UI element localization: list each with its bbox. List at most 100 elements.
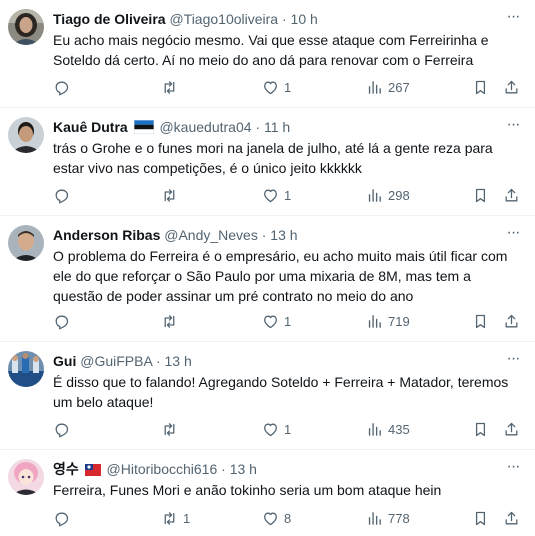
retweet-button[interactable]: [161, 419, 183, 439]
share-button[interactable]: [503, 419, 520, 439]
tweet-1[interactable]: Kauê Dutra @kauedutra04 · 11 h ··· trás …: [0, 108, 535, 216]
like-count: 1: [284, 187, 292, 203]
retweet-button[interactable]: [161, 77, 183, 97]
avatar[interactable]: [8, 117, 44, 153]
more-icon[interactable]: ···: [503, 225, 523, 244]
bookmark-button[interactable]: [472, 311, 489, 331]
retweet-count: 1: [183, 510, 191, 526]
bookmark-icon: [475, 511, 486, 525]
user-handle[interactable]: @Andy_Neves: [164, 227, 258, 243]
retweet-button[interactable]: [161, 185, 183, 205]
timestamp[interactable]: 10 h: [291, 11, 318, 27]
tweet-actions: 1 8 778: [53, 508, 525, 528]
views-icon: [368, 188, 381, 202]
reply-button[interactable]: [53, 508, 75, 528]
avatar[interactable]: [8, 9, 44, 45]
avatar[interactable]: [8, 225, 44, 261]
like-button[interactable]: 1: [262, 419, 291, 439]
user-handle[interactable]: @Tiago10oliveira: [169, 11, 278, 27]
reply-icon: [55, 423, 69, 438]
bookmark-button[interactable]: [472, 419, 489, 439]
tweet-4[interactable]: 영수 @Hitoribocchi616 · 13 h ··· Ferreira,…: [0, 450, 535, 536]
retweet-button[interactable]: [161, 311, 183, 331]
like-count: 8: [284, 510, 292, 526]
retweet-icon: [164, 314, 175, 328]
separator: ·: [281, 11, 287, 27]
display-name[interactable]: Kauê Dutra: [53, 119, 128, 135]
like-button[interactable]: 1: [262, 311, 291, 331]
heart-icon: [264, 81, 277, 94]
user-handle[interactable]: @GuiFPBA: [80, 353, 152, 369]
more-icon[interactable]: ···: [503, 351, 523, 370]
avatar[interactable]: [8, 351, 44, 387]
display-name[interactable]: Gui: [53, 353, 76, 369]
views-button[interactable]: 267: [366, 77, 410, 97]
retweet-button[interactable]: 1: [161, 508, 190, 528]
tweet-actions: 1 267: [53, 77, 525, 97]
like-button[interactable]: 8: [262, 508, 291, 528]
view-count: 267: [388, 79, 410, 95]
bookmark-icon: [475, 314, 486, 328]
more-icon[interactable]: ···: [503, 9, 523, 28]
display-name[interactable]: Anderson Ribas: [53, 227, 160, 243]
avatar[interactable]: [8, 459, 44, 495]
tweet-text: Eu acho mais negócio mesmo. Vai que esse…: [53, 32, 489, 68]
like-button[interactable]: 1: [262, 77, 291, 97]
separator: ·: [255, 119, 261, 135]
tweet-2[interactable]: Anderson Ribas @Andy_Neves · 13 h ··· O …: [0, 216, 535, 342]
views-button[interactable]: 719: [366, 311, 410, 331]
bookmark-icon: [475, 80, 486, 94]
share-button[interactable]: [503, 311, 520, 331]
retweet-icon: [164, 422, 175, 436]
views-icon: [368, 80, 381, 94]
heart-icon: [264, 315, 277, 328]
like-button[interactable]: 1: [262, 185, 291, 205]
share-button[interactable]: [503, 77, 520, 97]
share-icon: [505, 422, 518, 435]
tweet-3[interactable]: Gui @GuiFPBA · 13 h ··· É disso que to f…: [0, 342, 535, 450]
timestamp[interactable]: 11 h: [264, 119, 290, 135]
view-count: 298: [388, 187, 410, 203]
like-count: 1: [284, 79, 292, 95]
woman-avatar-icon: [8, 9, 44, 45]
heart-icon: [264, 423, 277, 436]
more-icon[interactable]: ···: [503, 459, 523, 478]
reply-button[interactable]: [53, 311, 75, 331]
share-button[interactable]: [503, 508, 520, 528]
share-icon: [505, 314, 518, 327]
reply-button[interactable]: [53, 185, 75, 205]
views-button[interactable]: 298: [366, 185, 410, 205]
more-icon[interactable]: ···: [503, 117, 523, 136]
reply-feed: Tiago de Oliveira @Tiago10oliveira · 10 …: [0, 0, 535, 536]
man-avatar-icon: [8, 225, 44, 261]
share-button[interactable]: [503, 185, 520, 205]
retweet-icon: [164, 511, 175, 525]
user-handle[interactable]: @Hitoribocchi616: [107, 461, 218, 477]
tweet-0[interactable]: Tiago de Oliveira @Tiago10oliveira · 10 …: [0, 0, 535, 108]
bookmark-button[interactable]: [472, 508, 489, 528]
bookmark-button[interactable]: [472, 77, 489, 97]
reply-icon: [55, 315, 69, 330]
anime-avatar-icon: [8, 459, 44, 495]
views-icon: [368, 422, 381, 436]
share-icon: [505, 511, 518, 524]
retweet-icon: [164, 80, 175, 94]
tweet-text: O problema do Ferreira é o empresário, e…: [53, 248, 508, 304]
view-count: 435: [388, 421, 410, 437]
reply-button[interactable]: [53, 419, 75, 439]
reply-button[interactable]: [53, 77, 75, 97]
tweet-actions: 1 719: [53, 311, 525, 331]
separator: ·: [261, 227, 267, 243]
timestamp[interactable]: 13 h: [164, 353, 191, 369]
timestamp[interactable]: 13 h: [270, 227, 297, 243]
timestamp[interactable]: 13 h: [230, 461, 257, 477]
tweet-text: É disso que to falando! Agregando Soteld…: [53, 374, 509, 410]
display-name[interactable]: Tiago de Oliveira: [53, 11, 166, 27]
bookmark-button[interactable]: [472, 185, 489, 205]
display-name[interactable]: 영수: [53, 461, 79, 477]
share-icon: [505, 188, 518, 201]
views-button[interactable]: 778: [366, 508, 410, 528]
views-button[interactable]: 435: [366, 419, 410, 439]
user-handle[interactable]: @kauedutra04: [159, 119, 251, 135]
separator: ·: [155, 353, 161, 369]
